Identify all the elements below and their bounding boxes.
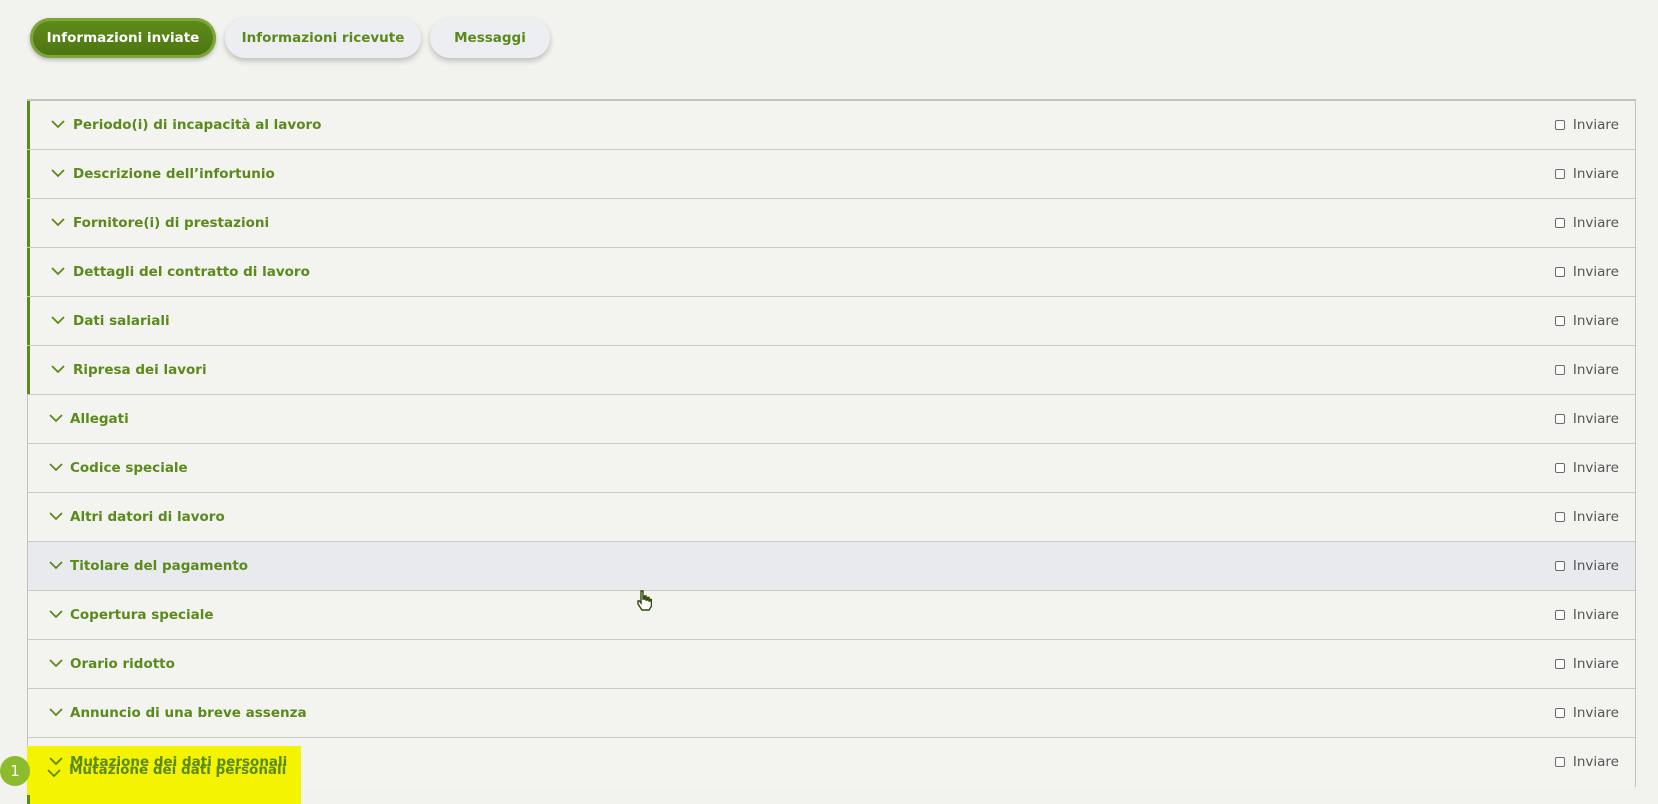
section-title[interactable]: Fornitore(i) di prestazioni	[73, 199, 269, 247]
send-option: Inviare	[1554, 591, 1619, 639]
section-title[interactable]: Codice speciale	[70, 444, 188, 492]
section-row[interactable]: Dettagli del contratto di lavoro Inviare	[27, 248, 1635, 297]
section-row[interactable]: Orario ridotto Inviare	[28, 640, 1635, 689]
send-option: Inviare	[1554, 395, 1619, 443]
send-checkbox[interactable]	[1554, 267, 1565, 277]
send-label: Inviare	[1572, 117, 1619, 133]
chevron-down-icon[interactable]	[50, 167, 66, 179]
step-badge: 1	[0, 756, 30, 786]
sections-accordion: Periodo(i) di incapacità al lavoro Invia…	[27, 99, 1636, 787]
send-option: Inviare	[1554, 150, 1619, 198]
section-row[interactable]: Fornitore(i) di prestazioni Inviare	[27, 199, 1635, 248]
section-row[interactable]: Annuncio di una breve assenza Inviare	[28, 689, 1635, 738]
send-checkbox[interactable]	[1554, 512, 1565, 522]
send-checkbox[interactable]	[1554, 561, 1565, 571]
section-row[interactable]: Titolare del pagamento Inviare	[28, 542, 1635, 591]
section-row[interactable]: Periodo(i) di incapacità al lavoro Invia…	[27, 101, 1635, 150]
section-row[interactable]: Descrizione dell’infortunio Inviare	[27, 150, 1635, 199]
send-label: Inviare	[1572, 264, 1619, 280]
send-label: Inviare	[1572, 166, 1619, 182]
send-label: Inviare	[1572, 215, 1619, 231]
chevron-down-icon[interactable]	[50, 265, 66, 277]
section-row[interactable]: Mutazione dei dati personali Inviare	[28, 738, 1635, 787]
section-title[interactable]: Dati salariali	[73, 297, 170, 345]
section-row[interactable]: Altri datori di lavoro Inviare	[28, 493, 1635, 542]
send-checkbox[interactable]	[1554, 365, 1565, 375]
send-checkbox[interactable]	[1554, 463, 1565, 473]
chevron-down-icon[interactable]	[48, 706, 64, 718]
send-label: Inviare	[1572, 460, 1619, 476]
send-option: Inviare	[1554, 542, 1619, 590]
section-title[interactable]: Ripresa dei lavori	[73, 346, 207, 394]
section-row[interactable]: Copertura speciale Inviare	[28, 591, 1635, 640]
send-option: Inviare	[1554, 248, 1619, 296]
section-title[interactable]: Periodo(i) di incapacità al lavoro	[73, 101, 321, 149]
chevron-down-icon[interactable]	[48, 461, 64, 473]
section-title[interactable]: Mutazione dei dati personali	[70, 738, 287, 786]
chevron-down-icon[interactable]	[48, 608, 64, 620]
section-title[interactable]: Descrizione dell’infortunio	[73, 150, 275, 198]
section-title[interactable]: Copertura speciale	[70, 591, 214, 639]
send-option: Inviare	[1554, 199, 1619, 247]
send-checkbox[interactable]	[1554, 316, 1565, 326]
tab-bar: Informazioni inviate Informazioni ricevu…	[30, 18, 550, 58]
send-label: Inviare	[1572, 362, 1619, 378]
send-label: Inviare	[1572, 509, 1619, 525]
chevron-down-icon[interactable]	[48, 657, 64, 669]
section-row[interactable]: Allegati Inviare	[28, 395, 1635, 444]
send-checkbox[interactable]	[1554, 757, 1565, 767]
send-option: Inviare	[1554, 297, 1619, 345]
send-label: Inviare	[1572, 656, 1619, 672]
send-checkbox[interactable]	[1554, 169, 1565, 179]
send-option: Inviare	[1554, 689, 1619, 737]
send-checkbox[interactable]	[1554, 414, 1565, 424]
tab-informazioni-inviate[interactable]: Informazioni inviate	[30, 18, 216, 58]
chevron-down-icon[interactable]	[50, 363, 66, 375]
send-label: Inviare	[1572, 607, 1619, 623]
tab-informazioni-ricevute[interactable]: Informazioni ricevute	[225, 18, 421, 58]
chevron-down-icon[interactable]	[48, 755, 64, 767]
tab-messaggi[interactable]: Messaggi	[430, 18, 550, 58]
section-title[interactable]: Titolare del pagamento	[70, 542, 248, 590]
send-checkbox[interactable]	[1554, 120, 1565, 130]
chevron-down-icon[interactable]	[48, 412, 64, 424]
section-row[interactable]: Ripresa dei lavori Inviare	[27, 346, 1635, 395]
send-label: Inviare	[1572, 411, 1619, 427]
hand-pointer-icon	[636, 590, 653, 612]
send-option: Inviare	[1554, 444, 1619, 492]
section-row[interactable]: Codice speciale Inviare	[28, 444, 1635, 493]
send-option: Inviare	[1554, 346, 1619, 394]
send-checkbox[interactable]	[1554, 708, 1565, 718]
chevron-down-icon[interactable]	[50, 314, 66, 326]
send-label: Inviare	[1572, 558, 1619, 574]
chevron-down-icon[interactable]	[50, 118, 66, 130]
send-checkbox[interactable]	[1554, 659, 1565, 669]
send-checkbox[interactable]	[1554, 218, 1565, 228]
chevron-down-icon[interactable]	[48, 510, 64, 522]
send-option: Inviare	[1554, 738, 1619, 786]
send-label: Inviare	[1572, 754, 1619, 770]
section-title[interactable]: Annuncio di una breve assenza	[70, 689, 307, 737]
send-option: Inviare	[1554, 101, 1619, 149]
send-option: Inviare	[1554, 640, 1619, 688]
chevron-down-icon[interactable]	[48, 559, 64, 571]
chevron-down-icon[interactable]	[50, 216, 66, 228]
section-title[interactable]: Altri datori di lavoro	[70, 493, 225, 541]
section-title[interactable]: Allegati	[70, 395, 129, 443]
section-title[interactable]: Dettagli del contratto di lavoro	[73, 248, 310, 296]
next-row-accent	[27, 795, 31, 804]
section-row[interactable]: Dati salariali Inviare	[27, 297, 1635, 346]
send-option: Inviare	[1554, 493, 1619, 541]
send-checkbox[interactable]	[1554, 610, 1565, 620]
send-label: Inviare	[1572, 313, 1619, 329]
send-label: Inviare	[1572, 705, 1619, 721]
section-title[interactable]: Orario ridotto	[70, 640, 175, 688]
